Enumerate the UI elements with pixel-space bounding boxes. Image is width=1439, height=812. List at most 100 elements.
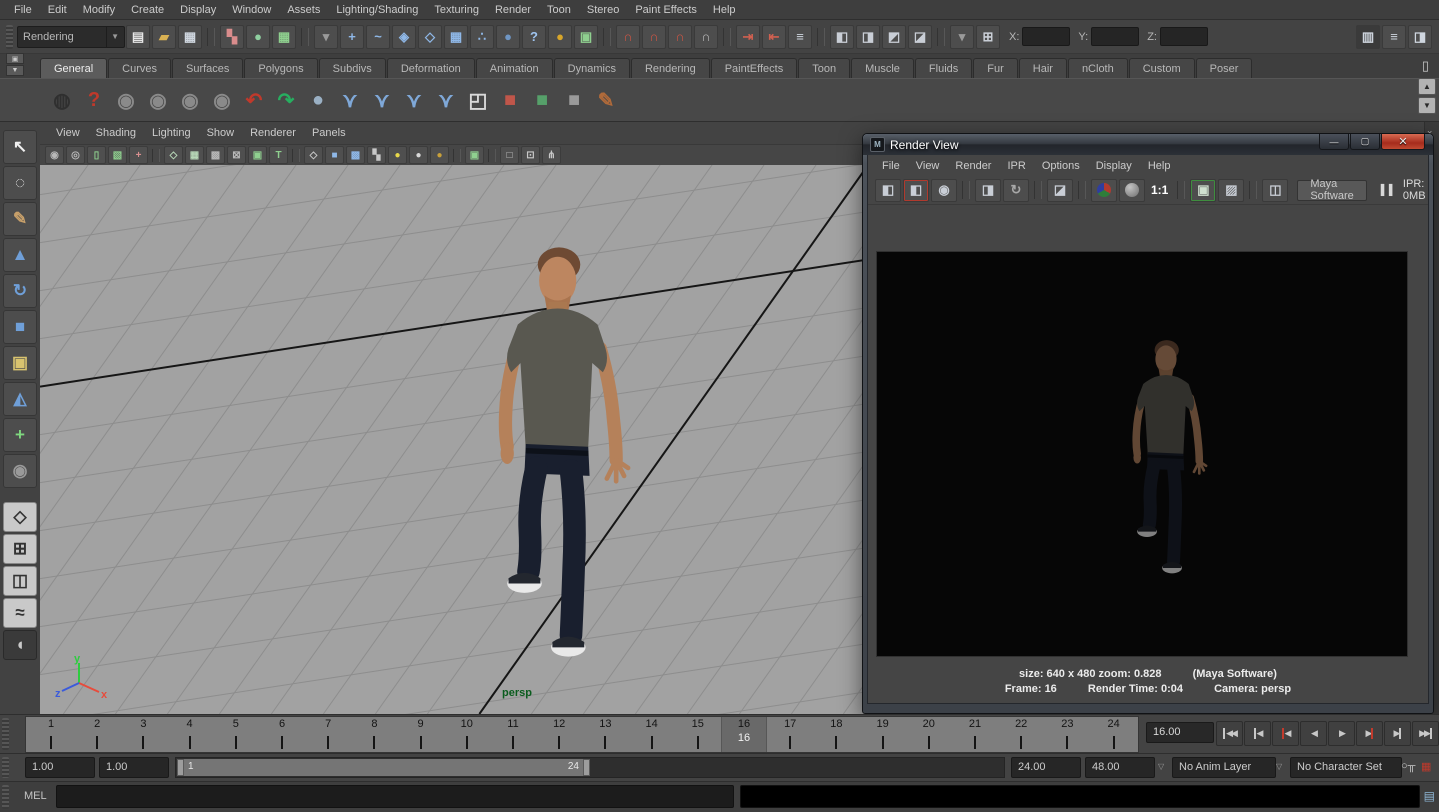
menu-render[interactable]: Render <box>487 2 539 18</box>
shelf-tab-surfaces[interactable]: Surfaces <box>172 58 243 78</box>
shelf-tab-hair[interactable]: Hair <box>1019 58 1067 78</box>
menu-window[interactable]: Window <box>224 2 279 18</box>
snap-to-curve-icon[interactable]: ~ <box>366 25 390 49</box>
scene-render-preview-icon[interactable]: ◍ <box>46 84 78 116</box>
rotate-tool-icon[interactable]: ↻ <box>3 274 37 308</box>
menu-set-dropdown[interactable]: Rendering ▼ <box>17 26 125 48</box>
construction-history-icon[interactable]: ≡ <box>788 25 812 49</box>
menu-file[interactable]: File <box>874 158 908 174</box>
safe-action-icon[interactable]: ▣ <box>248 146 267 164</box>
rendered-image[interactable] <box>876 251 1408 657</box>
script-editor-icon[interactable]: ▤ <box>1424 789 1435 803</box>
range-start-handle[interactable] <box>177 759 184 776</box>
cluster-handle-2-icon[interactable]: ⋎ <box>366 84 398 116</box>
menu-edit[interactable]: Edit <box>40 2 75 18</box>
layout-outliner-persp-icon[interactable]: ◫ <box>3 566 37 596</box>
command-input[interactable] <box>56 785 734 808</box>
chevron-down-icon[interactable]: ▽ <box>1276 762 1282 771</box>
frame-1[interactable]: 1 <box>28 717 74 752</box>
display-rgb-channels-icon[interactable] <box>1091 179 1117 202</box>
shelf-tab-curves[interactable]: Curves <box>108 58 171 78</box>
safe-title-icon[interactable]: T <box>269 146 288 164</box>
command-language-label[interactable]: MEL <box>24 790 47 802</box>
shelf-tab-dynamics[interactable]: Dynamics <box>554 58 630 78</box>
set-key-icon[interactable]: ○╥ <box>1401 760 1415 772</box>
shelf-tab-ncloth[interactable]: nCloth <box>1068 58 1128 78</box>
play-backwards-icon[interactable]: ◀ <box>1300 721 1327 746</box>
current-tool-camera-icon[interactable]: ◉ <box>3 454 37 488</box>
lasso-tool-icon[interactable]: ◌ <box>3 166 37 200</box>
time-slider[interactable]: 1234567891011121314151616171819202122232… <box>25 716 1139 753</box>
character-model[interactable] <box>470 236 656 676</box>
range-end-handle[interactable] <box>583 759 590 776</box>
time-slider-grip[interactable] <box>2 718 9 750</box>
menu-lighting[interactable]: Lighting <box>144 125 199 141</box>
field-entry-combo-icon[interactable]: ▾ <box>950 25 974 49</box>
snap-to-point-icon[interactable]: ◈ <box>392 25 416 49</box>
step-back-frame-icon[interactable]: ◀ <box>1244 721 1271 746</box>
animation-end-field[interactable]: 48.00 <box>1085 757 1155 778</box>
shelf-tab-poser[interactable]: Poser <box>1196 58 1253 78</box>
frame-12[interactable]: 12 <box>536 717 582 752</box>
character-set-select[interactable]: No Character Set <box>1290 757 1402 778</box>
textured-display-icon[interactable]: ▩ <box>346 146 365 164</box>
shelf-tab-fur[interactable]: Fur <box>973 58 1018 78</box>
frame-20[interactable]: 20 <box>906 717 952 752</box>
render-settings-icon[interactable]: ◩ <box>882 25 906 49</box>
snap-magnet-point-icon[interactable]: ∩ <box>668 25 692 49</box>
select-camera-icon[interactable]: ◉ <box>45 146 64 164</box>
xray-joints-icon[interactable]: ⊡ <box>521 146 540 164</box>
menu-render[interactable]: Render <box>947 158 999 174</box>
z-coordinate-field[interactable] <box>1160 27 1208 46</box>
snap-to-plane-icon[interactable]: ◇ <box>418 25 442 49</box>
redo-previous-render-icon[interactable]: ◧ <box>903 179 929 202</box>
minimize-button[interactable]: — <box>1319 134 1349 150</box>
play-forwards-icon[interactable]: ▶ <box>1328 721 1355 746</box>
auto-keyframe-icon[interactable]: ▦ <box>1421 760 1431 773</box>
menu-create[interactable]: Create <box>123 2 172 18</box>
trash-icon[interactable]: ▯ <box>1422 58 1429 74</box>
shelf-help-icon[interactable]: ? <box>78 84 110 116</box>
scale-tool-icon[interactable]: ■ <box>3 310 37 344</box>
input-connections-icon[interactable]: ⇥ <box>736 25 760 49</box>
shelf-tab-toon[interactable]: Toon <box>798 58 850 78</box>
camera-track-tool-icon[interactable]: ◉ <box>206 84 238 116</box>
menu-show[interactable]: Show <box>199 125 243 141</box>
y-coordinate-field[interactable] <box>1091 27 1139 46</box>
menu-display[interactable]: Display <box>172 2 224 18</box>
step-back-key-icon[interactable]: ◀ <box>1272 721 1299 746</box>
range-slider-grip[interactable] <box>2 757 9 778</box>
remove-image-icon[interactable]: ▨ <box>1218 179 1244 202</box>
save-scene-icon[interactable]: ▦ <box>178 25 202 49</box>
snap-particles-icon[interactable]: ∴ <box>470 25 494 49</box>
menu-assets[interactable]: Assets <box>279 2 328 18</box>
open-render-settings-icon[interactable]: ▣ <box>1190 179 1216 202</box>
camera-roll-tool-icon[interactable]: ◉ <box>110 84 142 116</box>
layout-four-pane-icon[interactable]: ⊞ <box>3 534 37 564</box>
frame-14[interactable]: 14 <box>629 717 675 752</box>
select-by-object-icon[interactable]: ● <box>246 25 270 49</box>
select-template-mode-icon[interactable]: ■ <box>558 84 590 116</box>
snap-to-grid-icon[interactable]: + <box>340 25 364 49</box>
maximize-button[interactable]: ▢ <box>1350 134 1380 150</box>
snap-to-lattice-icon[interactable]: ▦ <box>444 25 468 49</box>
x-coordinate-field[interactable] <box>1022 27 1070 46</box>
frame-7[interactable]: 7 <box>305 717 351 752</box>
shelf-tab-animation[interactable]: Animation <box>476 58 553 78</box>
channel-box-icon[interactable]: ▥ <box>1356 25 1380 49</box>
frame-6[interactable]: 6 <box>259 717 305 752</box>
range-slider-track[interactable]: 1 24 <box>175 757 1005 778</box>
display-alpha-channel-icon[interactable] <box>1119 179 1145 202</box>
menu-display[interactable]: Display <box>1088 158 1140 174</box>
select-by-component-icon[interactable]: ▦ <box>272 25 296 49</box>
frame-22[interactable]: 22 <box>998 717 1044 752</box>
snap-magnet-grid-icon[interactable]: ∩ <box>616 25 640 49</box>
menu-renderer[interactable]: Renderer <box>242 125 304 141</box>
ipr-render-icon[interactable]: ◨ <box>975 179 1001 202</box>
menu-panels[interactable]: Panels <box>304 125 354 141</box>
animation-start-field[interactable]: 1.00 <box>25 757 95 778</box>
go-to-end-icon[interactable]: ▶▶ <box>1412 721 1439 746</box>
select-object-mode-icon[interactable]: ■ <box>494 84 526 116</box>
step-forward-key-icon[interactable]: ▶ <box>1356 721 1383 746</box>
delete-unused-nodes-icon[interactable]: ● <box>302 84 334 116</box>
